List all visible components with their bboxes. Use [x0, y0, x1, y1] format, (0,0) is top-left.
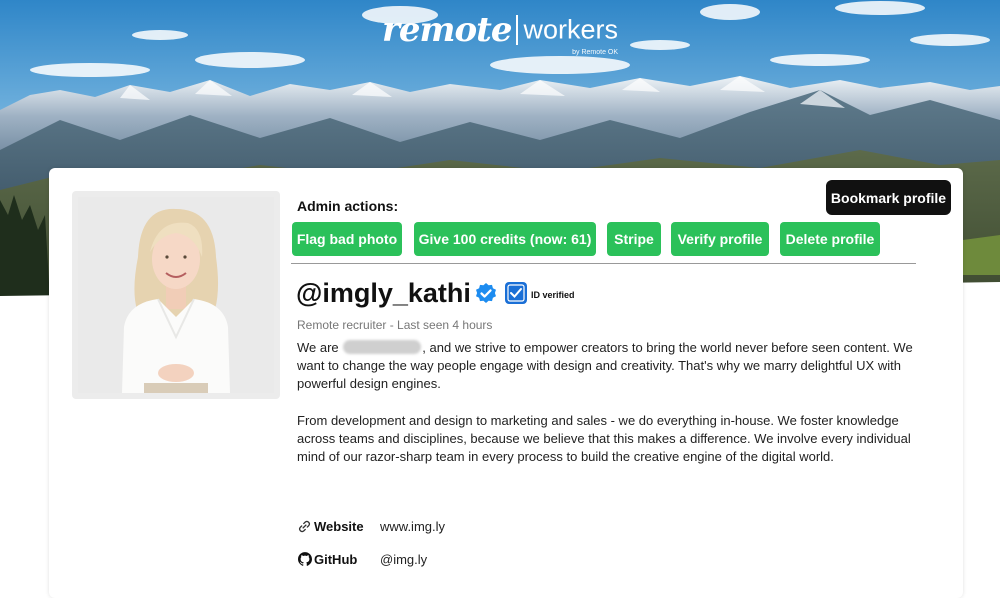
- logo-text-workers: workers: [523, 14, 619, 45]
- github-label: GitHub: [314, 552, 358, 567]
- link-icon: [298, 520, 312, 536]
- bookmark-profile-button[interactable]: Bookmark profile: [826, 180, 951, 215]
- github-link-row: GitHub @img.ly: [298, 552, 427, 569]
- bio-paragraph: We are , and we strive to empower creato…: [297, 339, 917, 394]
- give-credits-button[interactable]: Give 100 credits (now: 61): [414, 222, 596, 256]
- profile-bio: We are , and we strive to empower creato…: [297, 339, 917, 484]
- admin-divider: [291, 263, 916, 264]
- stripe-button[interactable]: Stripe: [607, 222, 661, 256]
- redacted-company-name: [343, 340, 422, 354]
- website-link-row: Website www.img.ly: [298, 519, 445, 536]
- profile-username: @imgly_kathi: [296, 278, 471, 308]
- logo-separator: [515, 15, 518, 45]
- website-link[interactable]: www.img.ly: [380, 519, 445, 534]
- avatar: [78, 197, 274, 393]
- verified-check-icon: [476, 283, 496, 303]
- logo-byline: by Remote OK: [572, 49, 619, 56]
- logo-text-remote: remote: [381, 10, 513, 50]
- bio-text: We are: [297, 340, 339, 355]
- id-verified-icon: [505, 282, 527, 304]
- github-icon: [298, 552, 312, 569]
- delete-profile-button[interactable]: Delete profile: [780, 222, 880, 256]
- admin-actions-label: Admin actions:: [297, 198, 399, 214]
- verify-profile-button[interactable]: Verify profile: [671, 222, 769, 256]
- github-link[interactable]: @img.ly: [380, 552, 427, 567]
- flag-bad-photo-button[interactable]: Flag bad photo: [292, 222, 402, 256]
- website-label: Website: [314, 519, 364, 534]
- site-logo[interactable]: remote workers by Remote OK: [0, 10, 1000, 56]
- profile-subtitle: Remote recruiter - Last seen 4 hours: [297, 318, 493, 332]
- profile-card: Bookmark profile Admin actions: Flag bad…: [49, 168, 963, 598]
- bio-paragraph: From development and design to marketing…: [297, 412, 911, 465]
- id-verified-label: ID verified: [531, 290, 575, 300]
- profile-photo: [72, 191, 280, 399]
